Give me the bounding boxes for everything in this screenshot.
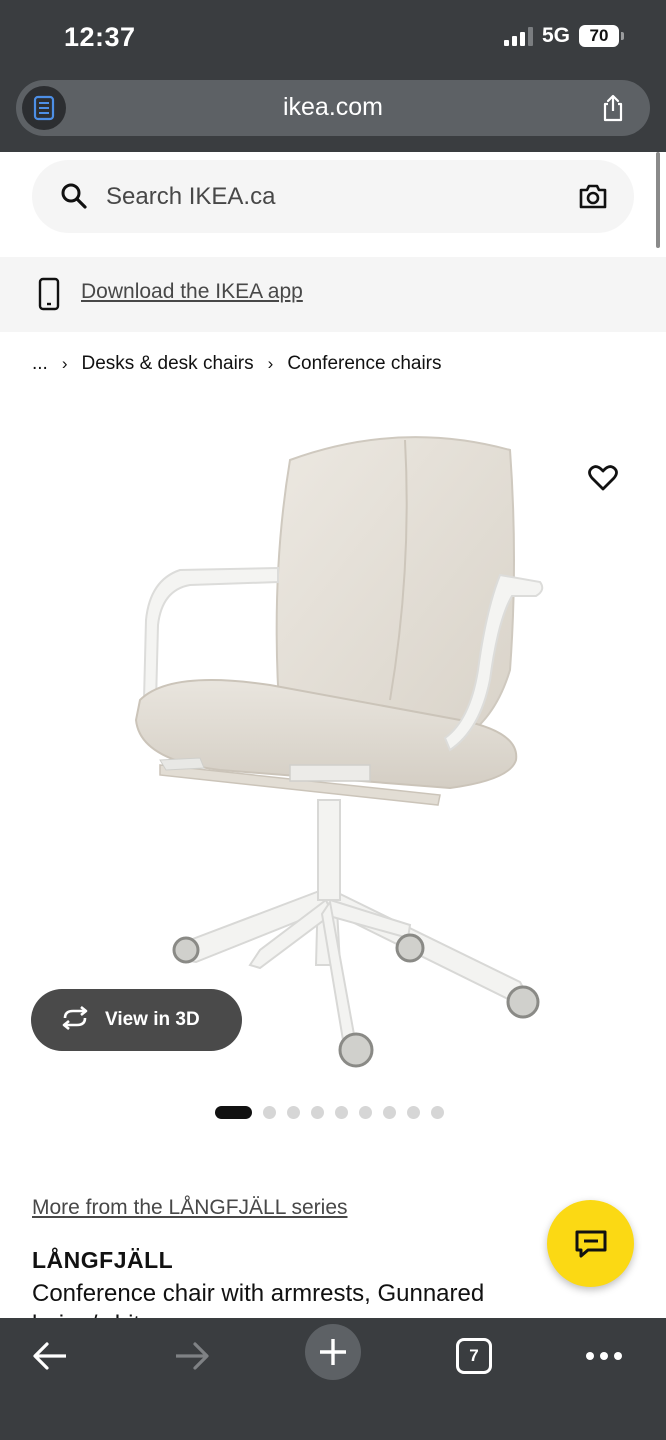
chat-icon bbox=[575, 1230, 606, 1257]
camera-icon[interactable] bbox=[578, 182, 608, 215]
scrollbar[interactable] bbox=[656, 152, 660, 248]
chevron-right-icon: › bbox=[267, 354, 274, 373]
gallery-dot[interactable] bbox=[311, 1106, 324, 1119]
share-icon[interactable] bbox=[598, 93, 628, 123]
gallery-dot[interactable] bbox=[287, 1106, 300, 1119]
view-in-3d-button[interactable]: View in 3D bbox=[31, 989, 242, 1051]
url-text[interactable]: ikea.com bbox=[16, 93, 650, 122]
address-bar[interactable]: ikea.com bbox=[16, 80, 650, 136]
search-icon bbox=[60, 182, 88, 215]
view-in-3d-label: View in 3D bbox=[105, 1009, 200, 1030]
gallery-pagination bbox=[215, 1106, 444, 1119]
plus-icon bbox=[320, 1339, 346, 1365]
app-download-banner: Download the IKEA app bbox=[0, 257, 666, 332]
tabs-button[interactable]: 7 bbox=[455, 1336, 493, 1376]
rotate-icon bbox=[59, 1005, 91, 1035]
product-name: LÅNGFJÄLL bbox=[32, 1247, 174, 1273]
new-tab-button[interactable] bbox=[305, 1324, 361, 1380]
chevron-right-icon: › bbox=[61, 354, 68, 373]
search-placeholder: Search IKEA.ca bbox=[106, 183, 276, 210]
gallery-dot-active[interactable] bbox=[215, 1106, 252, 1119]
network-type: 5G bbox=[541, 24, 570, 47]
gallery-dot[interactable] bbox=[359, 1106, 372, 1119]
tab-count: 7 bbox=[456, 1338, 492, 1374]
series-link[interactable]: More from the LÅNGFJÄLL series bbox=[32, 1196, 348, 1220]
gallery-dot[interactable] bbox=[263, 1106, 276, 1119]
battery-level: 70 bbox=[579, 25, 619, 47]
breadcrumb-item-desks[interactable]: Desks & desk chairs bbox=[82, 353, 254, 375]
breadcrumb: ... › Desks & desk chairs › Conference c… bbox=[32, 353, 442, 375]
gallery-dot[interactable] bbox=[407, 1106, 420, 1119]
search-input[interactable]: Search IKEA.ca bbox=[32, 160, 634, 233]
browser-top-chrome: 12:37 5G 70 ikea.com bbox=[0, 0, 666, 152]
signal-icon bbox=[503, 26, 533, 46]
forward-arrow-icon[interactable] bbox=[170, 1336, 214, 1376]
status-time: 12:37 bbox=[64, 22, 136, 52]
product-image[interactable] bbox=[100, 420, 566, 1080]
gallery-dot[interactable] bbox=[431, 1106, 444, 1119]
more-icon[interactable] bbox=[584, 1336, 624, 1376]
status-indicators: 5G 70 bbox=[503, 24, 624, 48]
download-app-link[interactable]: Download the IKEA app bbox=[81, 280, 303, 304]
chat-button[interactable] bbox=[547, 1200, 634, 1287]
breadcrumb-ellipsis[interactable]: ... bbox=[32, 353, 48, 375]
back-arrow-icon[interactable] bbox=[28, 1336, 72, 1376]
phone-icon bbox=[38, 277, 60, 316]
battery-icon: 70 bbox=[579, 25, 624, 47]
breadcrumb-item-conference-chairs[interactable]: Conference chairs bbox=[287, 353, 441, 375]
gallery-dot[interactable] bbox=[383, 1106, 396, 1119]
gallery-dot[interactable] bbox=[335, 1106, 348, 1119]
heart-icon[interactable] bbox=[588, 464, 618, 497]
browser-toolbar: 7 bbox=[0, 1318, 666, 1440]
